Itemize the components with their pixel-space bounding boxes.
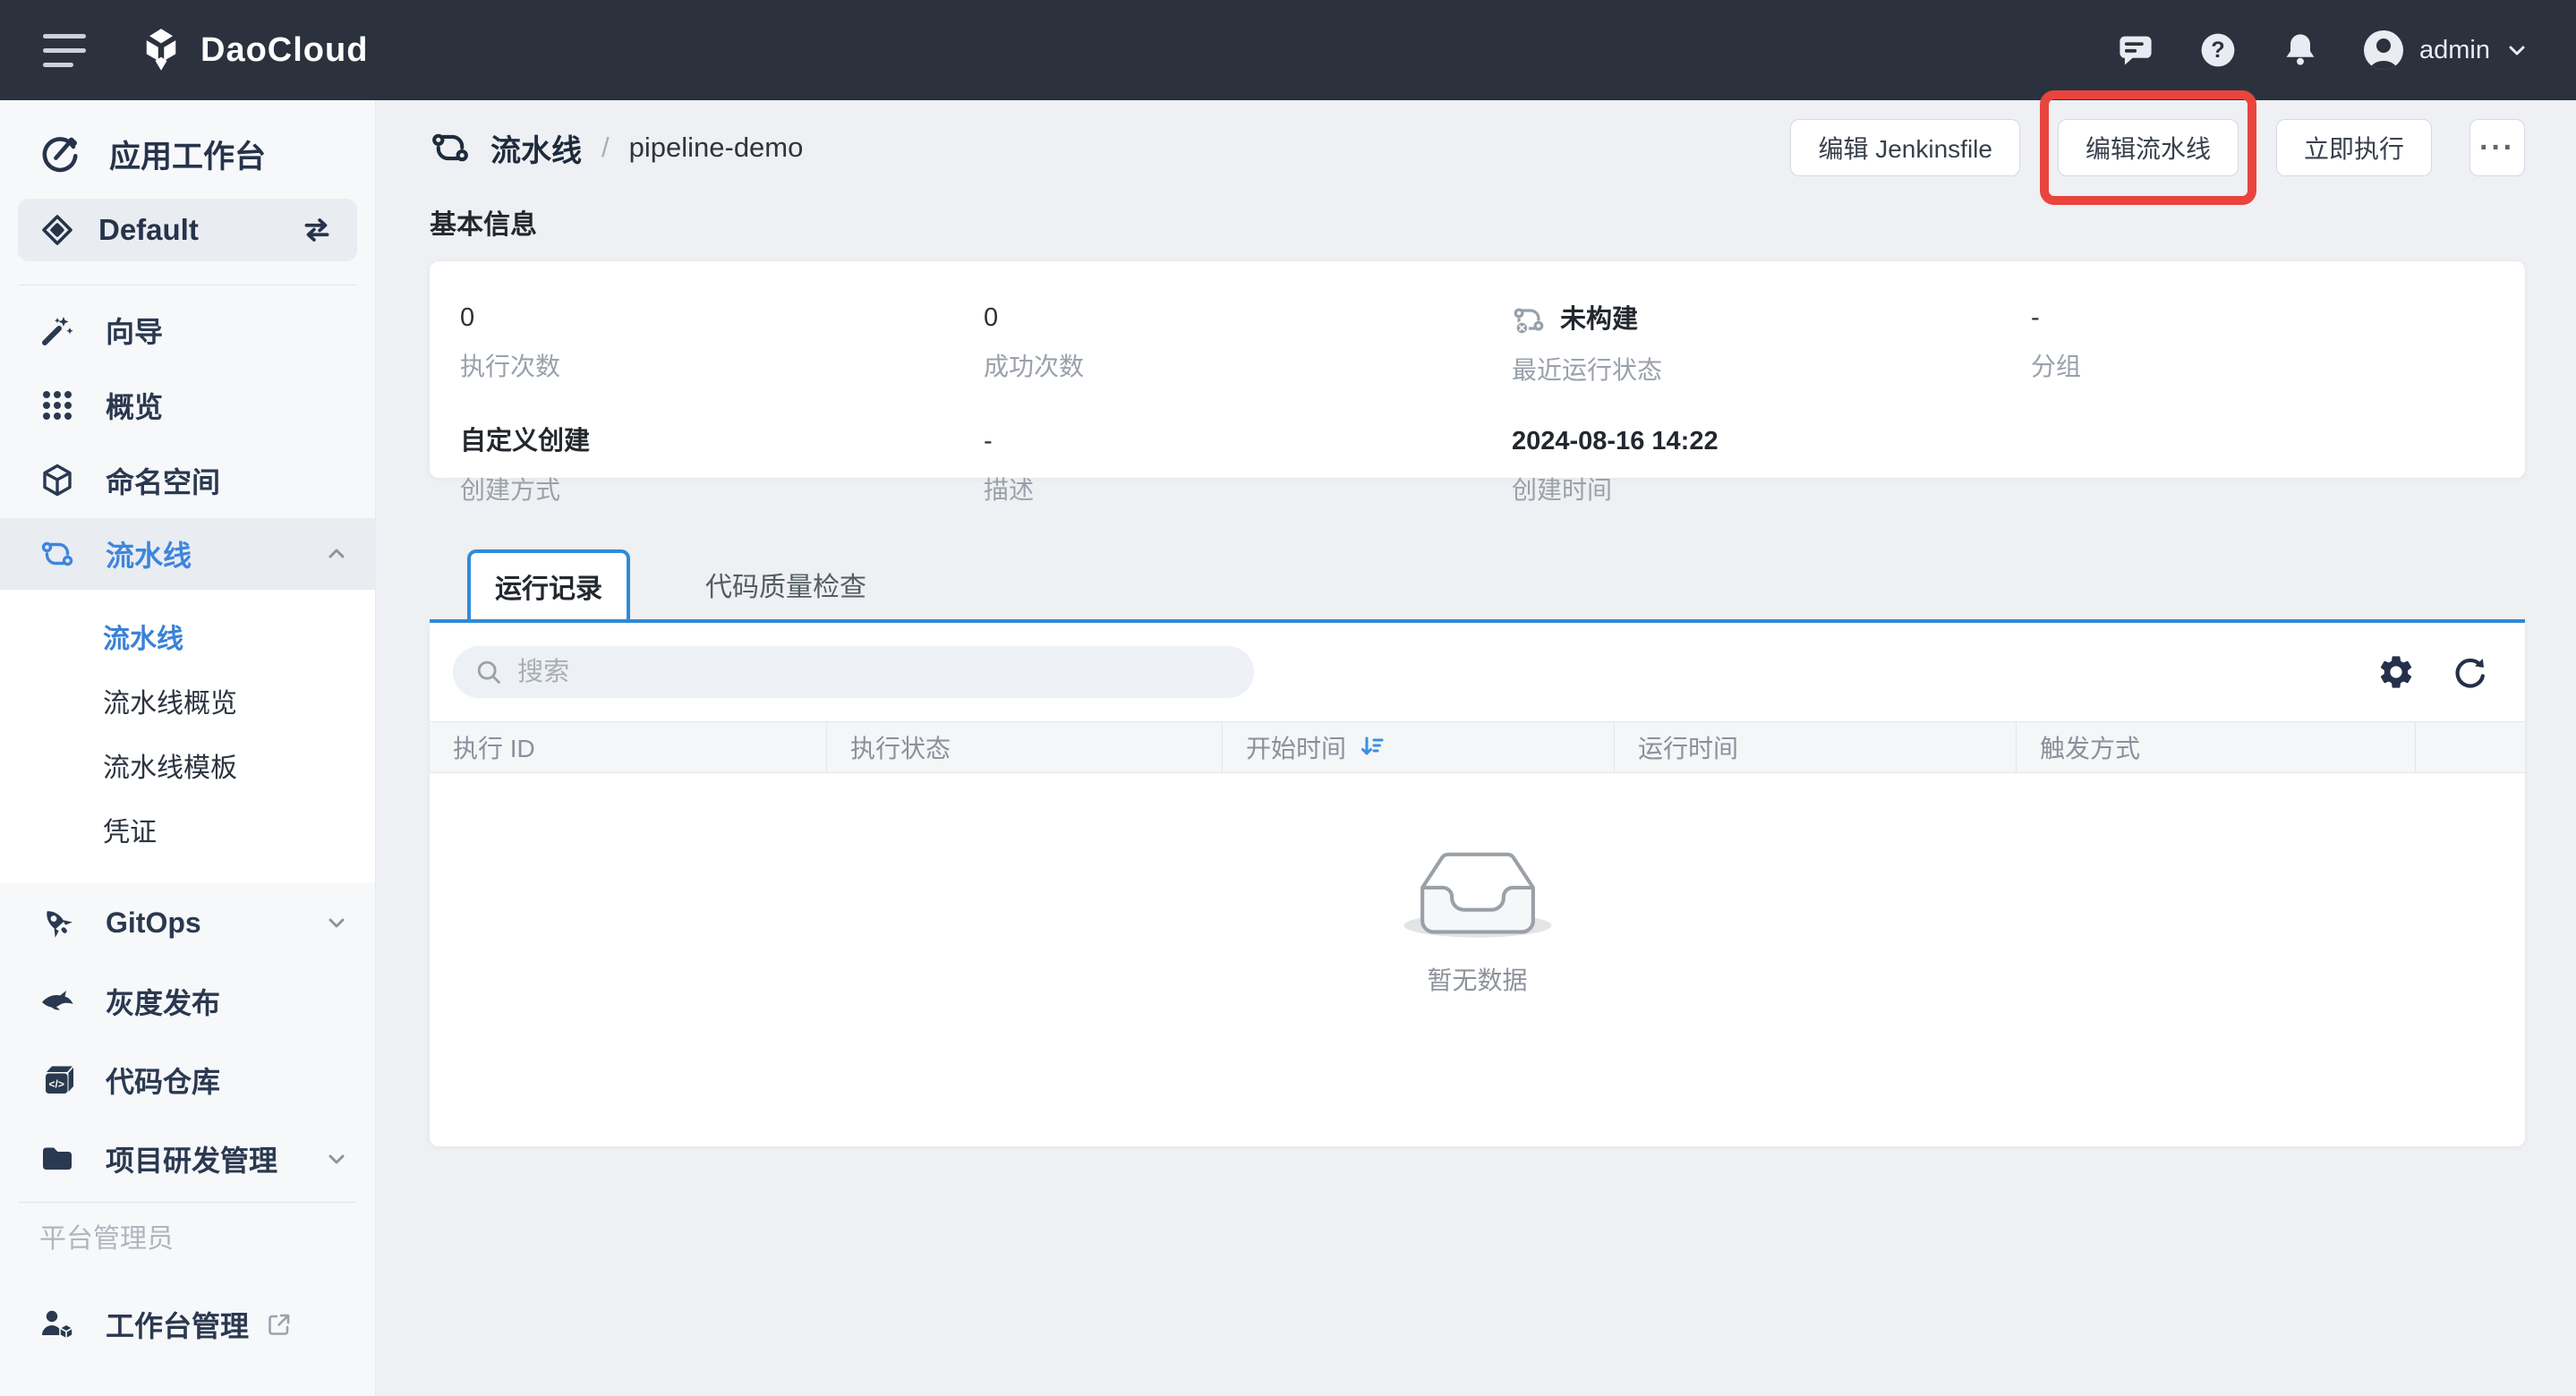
sort-descending-icon[interactable] (1359, 734, 1386, 761)
pipeline-icon (39, 536, 75, 572)
stat-exec-count: 0 执行次数 (460, 302, 984, 387)
notifications-bell-icon[interactable] (2280, 30, 2321, 71)
brand-logo: DaoCloud (138, 27, 368, 73)
empty-inbox-icon (1399, 830, 1557, 950)
breadcrumb-separator: / (601, 132, 610, 164)
workspace-selector[interactable]: Default (18, 199, 357, 261)
workspace-icon (39, 212, 75, 248)
chevron-up-icon (323, 541, 350, 567)
pipeline-submenu: 流水线 流水线概览 流水线模板 凭证 (0, 590, 375, 883)
stat-create-method: 自定义创建 创建方式 (460, 426, 984, 506)
stat-create-time: 2024-08-16 14:22 创建时间 (1512, 426, 2031, 506)
overview-grid-icon (39, 387, 75, 423)
folder-icon (39, 1141, 75, 1177)
pipeline-status-not-built-icon (1512, 302, 1546, 336)
sidebar-item-workbench-manage[interactable]: 工作台管理 (0, 1287, 375, 1362)
sidebar-item-pipeline-group[interactable]: 流水线 (0, 518, 375, 590)
search-input[interactable] (517, 658, 1233, 687)
breadcrumb-current: pipeline-demo (629, 132, 804, 164)
edit-pipeline-button[interactable]: 编辑流水线 (2058, 119, 2239, 176)
workspace-name: Default (98, 213, 199, 247)
sidebar-item-wizard[interactable]: 向导 (0, 293, 375, 368)
user-menu[interactable]: admin (2362, 29, 2529, 72)
sidebar-divider (18, 1202, 357, 1203)
external-link-icon (265, 1310, 294, 1339)
column-exec-id[interactable]: 执行 ID (430, 722, 827, 772)
chevron-down-icon (323, 909, 350, 936)
run-records-panel: 执行 ID 执行状态 开始时间 运行时间 触发方式 (430, 623, 2525, 1146)
top-bar: DaoCloud ? (0, 0, 2576, 100)
chevron-down-icon (2504, 38, 2529, 63)
page-actions: 编辑 Jenkinsfile 编辑流水线 立即执行 ··· (1790, 119, 2525, 176)
sidebar-subitem-credentials[interactable]: 凭证 (0, 797, 375, 862)
code-repository-icon: </> (39, 1062, 75, 1098)
search-box[interactable] (453, 646, 1254, 698)
edit-jenkinsfile-button[interactable]: 编辑 Jenkinsfile (1790, 119, 2020, 176)
section-label-platform-admin: 平台管理员 (0, 1210, 375, 1262)
app-workbench-icon (39, 133, 81, 174)
column-start-time[interactable]: 开始时间 (1223, 722, 1615, 772)
sidebar-item-gray-release[interactable]: 灰度发布 (0, 962, 375, 1041)
column-trigger-method[interactable]: 触发方式 (2017, 722, 2416, 772)
workspace-title: 应用工作台 (0, 127, 375, 181)
tabs: 运行记录 代码质量检查 (430, 549, 2525, 619)
daocloud-logo-icon (138, 27, 184, 73)
sidebar: 应用工作台 Default 向导 (0, 100, 376, 1396)
breadcrumb-section[interactable]: 流水线 (490, 126, 582, 170)
chevron-down-icon (323, 1145, 350, 1172)
brand-name: DaoCloud (200, 31, 368, 70)
run-now-button[interactable]: 立即执行 (2276, 119, 2432, 176)
pipeline-icon (430, 127, 471, 168)
hamburger-menu-icon[interactable] (43, 34, 86, 67)
basic-info-card: 0 执行次数 0 成功次数 未构建 (430, 261, 2525, 478)
tab-run-records[interactable]: 运行记录 (467, 549, 630, 619)
messages-icon[interactable] (2115, 30, 2156, 71)
stat-success-count: 0 成功次数 (984, 302, 1512, 387)
table-header: 执行 ID 执行状态 开始时间 运行时间 触发方式 (430, 721, 2525, 773)
svg-text:</>: </> (49, 1078, 64, 1091)
more-actions-button[interactable]: ··· (2469, 119, 2525, 176)
switch-workspace-icon[interactable] (298, 211, 336, 249)
tab-code-quality[interactable]: 代码质量检查 (661, 549, 911, 619)
stat-last-run-status: 未构建 最近运行状态 (1512, 302, 2031, 387)
svg-text:?: ? (2211, 38, 2224, 63)
username: admin (2419, 36, 2490, 65)
sidebar-subitem-pipeline-template[interactable]: 流水线模板 (0, 733, 375, 797)
namespace-cube-icon (39, 463, 75, 498)
user-cube-icon (39, 1307, 75, 1342)
main-content: 流水线 / pipeline-demo 编辑 Jenkinsfile 编辑流水线… (376, 100, 2576, 1396)
sidebar-subitem-pipeline-overview[interactable]: 流水线概览 (0, 668, 375, 733)
column-exec-status[interactable]: 执行状态 (827, 722, 1223, 772)
avatar (2362, 29, 2405, 72)
rocket-icon (39, 905, 75, 941)
sidebar-item-project-rd[interactable]: 项目研发管理 (0, 1119, 375, 1198)
sidebar-item-overview[interactable]: 概览 (0, 368, 375, 443)
stat-group: - 分组 (2031, 302, 2507, 387)
empty-state: 暂无数据 (430, 830, 2525, 997)
refresh-icon[interactable] (2450, 652, 2489, 692)
sidebar-item-gitops[interactable]: GitOps (0, 883, 375, 962)
column-actions (2416, 722, 2525, 772)
empty-state-text: 暂无数据 (1427, 961, 1527, 997)
wizard-wand-icon (39, 312, 75, 348)
sidebar-item-namespace[interactable]: 命名空间 (0, 443, 375, 518)
stat-description: - 描述 (984, 426, 1512, 506)
sidebar-item-code-repo[interactable]: </> 代码仓库 (0, 1041, 375, 1119)
bird-icon (39, 983, 75, 1019)
breadcrumb: 流水线 / pipeline-demo (430, 126, 803, 170)
basic-info-title: 基本信息 (430, 209, 2525, 242)
table-settings-gear-icon[interactable] (2376, 652, 2416, 692)
column-run-duration[interactable]: 运行时间 (1615, 722, 2017, 772)
search-icon (474, 657, 503, 687)
sidebar-subitem-pipeline[interactable]: 流水线 (0, 604, 375, 668)
help-icon[interactable]: ? (2197, 30, 2239, 71)
